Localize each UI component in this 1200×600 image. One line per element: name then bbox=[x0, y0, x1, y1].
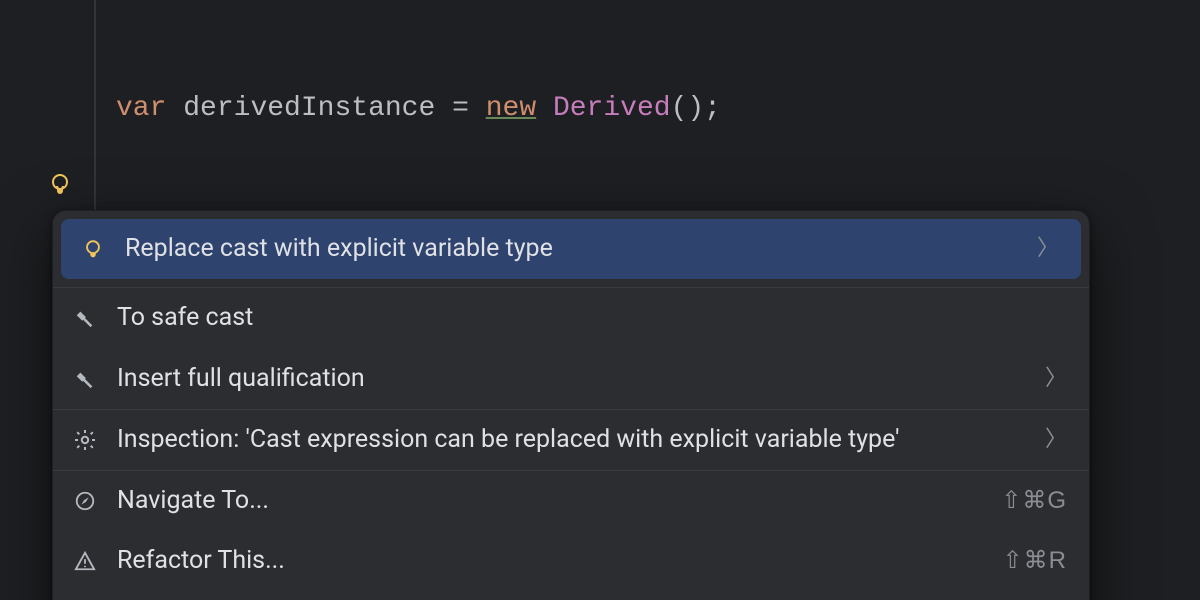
menu-section: Navigate To... ⇧⌘G Refactor This... ⇧⌘R … bbox=[53, 470, 1089, 600]
intention-popup: Replace cast with explicit variable type… bbox=[52, 210, 1090, 600]
type-name: Derived bbox=[553, 89, 671, 130]
menu-item-inspection[interactable]: Inspection: 'Cast expression can be repl… bbox=[53, 410, 1089, 470]
menu-item-label: To safe cast bbox=[117, 300, 1067, 336]
menu-item-shortcut: ⇧⌘R bbox=[1003, 544, 1067, 579]
menu-section: Replace cast with explicit variable type… bbox=[53, 219, 1089, 279]
keyword-var: var bbox=[116, 89, 166, 130]
hammer-icon bbox=[71, 304, 99, 332]
warning-icon bbox=[71, 547, 99, 575]
call-parens: (); bbox=[671, 89, 721, 130]
menu-item-to-safe-cast[interactable]: To safe cast bbox=[53, 288, 1089, 348]
menu-item-label: Navigate To... bbox=[117, 483, 983, 519]
menu-section: To safe cast Insert full qualification 〉 bbox=[53, 287, 1089, 409]
menu-section: Inspection: 'Cast expression can be repl… bbox=[53, 409, 1089, 470]
menu-item-label: Refactor This... bbox=[117, 543, 985, 579]
lightbulb-icon bbox=[79, 235, 107, 263]
menu-item-label: Insert full qualification bbox=[117, 361, 1027, 397]
menu-item-label: Inspection: 'Cast expression can be repl… bbox=[117, 422, 1027, 458]
chevron-right-icon: 〉 bbox=[1045, 424, 1067, 456]
keyword-new: new bbox=[486, 89, 536, 130]
lightbulb-icon[interactable] bbox=[46, 170, 74, 198]
menu-item-insert-full-qualification[interactable]: Insert full qualification 〉 bbox=[53, 349, 1089, 409]
code-line[interactable]: var derivedInstance = new Derived(); bbox=[116, 89, 1200, 137]
hammer-icon bbox=[71, 365, 99, 393]
gear-icon bbox=[71, 426, 99, 454]
menu-item-label: Replace cast with explicit variable type bbox=[125, 231, 1019, 267]
chevron-right-icon: 〉 bbox=[1045, 363, 1067, 395]
menu-item-inspect-this[interactable]: Inspect This... ⌥⇧⌘A bbox=[53, 592, 1089, 600]
menu-item-refactor-this[interactable]: Refactor This... ⇧⌘R bbox=[53, 531, 1089, 591]
menu-item-navigate-to[interactable]: Navigate To... ⇧⌘G bbox=[53, 471, 1089, 531]
identifier: derivedInstance bbox=[183, 89, 435, 130]
menu-item-replace-cast[interactable]: Replace cast with explicit variable type… bbox=[61, 219, 1081, 279]
chevron-right-icon: 〉 bbox=[1037, 233, 1059, 265]
operator-equals: = bbox=[452, 89, 469, 130]
menu-item-shortcut: ⇧⌘G bbox=[1001, 484, 1067, 519]
compass-icon bbox=[71, 487, 99, 515]
